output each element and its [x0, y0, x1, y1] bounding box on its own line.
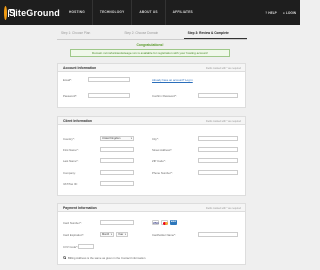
last-name-field[interactable] — [100, 158, 134, 163]
logo-mark-icon — [4, 5, 15, 20]
required-note: Fields marked with * are required — [205, 119, 241, 123]
vat-label: VAT/Tax ID: — [63, 182, 78, 186]
cardholder-name-field[interactable] — [198, 232, 238, 237]
steps-divider — [57, 39, 247, 40]
expiration-month-select[interactable]: Month — [100, 232, 114, 237]
step-review-complete: Step 3: Review & Complete — [183, 31, 248, 39]
top-right-links: ? HELP ● LOGIN — [265, 0, 296, 25]
nav-item-about-us[interactable]: ABOUT US — [131, 0, 164, 25]
email-field[interactable] — [88, 77, 130, 82]
zip-code-field[interactable] — [198, 158, 238, 163]
account-panel-header: Account Information Fields marked with *… — [58, 64, 245, 72]
existing-account-link[interactable]: Already have an account? Log in — [152, 78, 193, 82]
expiration-year-select[interactable]: Year — [116, 232, 128, 237]
amex-card-icon: AMEX — [170, 220, 177, 225]
client-panel-title: Client Information — [63, 119, 93, 123]
congratulations-heading: Congratulations! — [136, 43, 164, 47]
country-label: Country*: — [63, 137, 75, 141]
mastercard-icon — [161, 220, 168, 225]
zip-code-label: ZIP Code*: — [152, 159, 166, 163]
confirm-password-label: Confirm Password*: — [152, 94, 177, 98]
required-note: Fields marked with * are required — [205, 66, 241, 70]
client-information-panel: Client Information Fields marked with * … — [57, 116, 246, 196]
login-label: LOGIN — [285, 10, 296, 15]
card-expiration-label: Card Expiration*: — [63, 233, 85, 237]
city-field[interactable] — [198, 136, 238, 141]
account-panel-title: Account Information — [63, 66, 97, 70]
client-panel-header: Client Information Fields marked with * … — [58, 117, 245, 125]
company-field[interactable] — [100, 170, 134, 175]
country-select[interactable]: United Kingdom — [100, 136, 134, 141]
step-choose-domain[interactable]: Step 2: Choose Domain — [120, 31, 183, 37]
city-label: City*: — [152, 137, 159, 141]
siteground-logo[interactable]: SiteGround — [4, 3, 60, 22]
logo-text: SiteGround — [9, 7, 60, 18]
cardholder-name-label: Cardholder Name*: — [152, 233, 176, 237]
nav-item-technology[interactable]: TECHNOLOGY — [91, 0, 132, 25]
main-nav: HOSTING TECHNOLOGY ABOUT US AFFILIATES — [62, 0, 200, 25]
checkout-steps: Step 1: Choose Plan Step 2: Choose Domai… — [57, 31, 248, 39]
first-name-label: First Name*: — [63, 148, 79, 152]
step-choose-plan[interactable]: Step 1: Choose Plan — [57, 31, 120, 37]
password-label: Password*: — [63, 94, 78, 98]
phone-number-label: Phone Number*: — [152, 171, 173, 175]
card-number-label: Card Number*: — [63, 221, 82, 225]
nav-item-hosting[interactable]: HOSTING — [62, 0, 92, 25]
help-icon: ? — [265, 10, 268, 15]
billing-address-note: Billing Address is the same as given in … — [68, 256, 146, 260]
phone-number-field[interactable] — [198, 170, 238, 175]
nav-item-affiliates[interactable]: AFFILIATES — [164, 0, 200, 25]
help-link[interactable]: ? HELP — [265, 11, 277, 15]
login-link[interactable]: ● LOGIN — [283, 11, 296, 15]
help-label: HELP — [268, 10, 277, 15]
last-name-label: Last Name*: — [63, 159, 79, 163]
payment-panel-header: Payment Information Fields marked with *… — [58, 204, 245, 212]
street-address-field[interactable] — [198, 147, 238, 152]
vat-field[interactable] — [100, 181, 134, 186]
top-navigation-bar: SiteGround HOSTING TECHNOLOGY ABOUT US A… — [0, 0, 300, 25]
payment-panel-title: Payment Information — [63, 206, 97, 210]
cvv-field[interactable] — [78, 244, 94, 249]
street-address-label: Street Address*: — [152, 148, 173, 152]
payment-information-panel: Payment Information Fields marked with *… — [57, 203, 246, 265]
first-name-field[interactable] — [100, 147, 134, 152]
lock-icon: ● — [282, 10, 285, 15]
card-number-field[interactable] — [100, 220, 134, 225]
confirm-password-field[interactable] — [198, 93, 238, 98]
domain-available-message: Domain mcmsfunktesttoleage.xxx is availa… — [70, 49, 230, 57]
account-information-panel: Account Information Fields marked with *… — [57, 63, 246, 108]
visa-card-icon: VISA — [152, 220, 159, 225]
email-label: Email*: — [63, 78, 72, 82]
password-field[interactable] — [88, 93, 130, 98]
billing-same-radio[interactable] — [63, 256, 66, 259]
required-note: Fields marked with * are required — [205, 206, 241, 210]
cvv-label: CVV Code*: — [63, 245, 79, 249]
company-label: Company: — [63, 171, 76, 175]
